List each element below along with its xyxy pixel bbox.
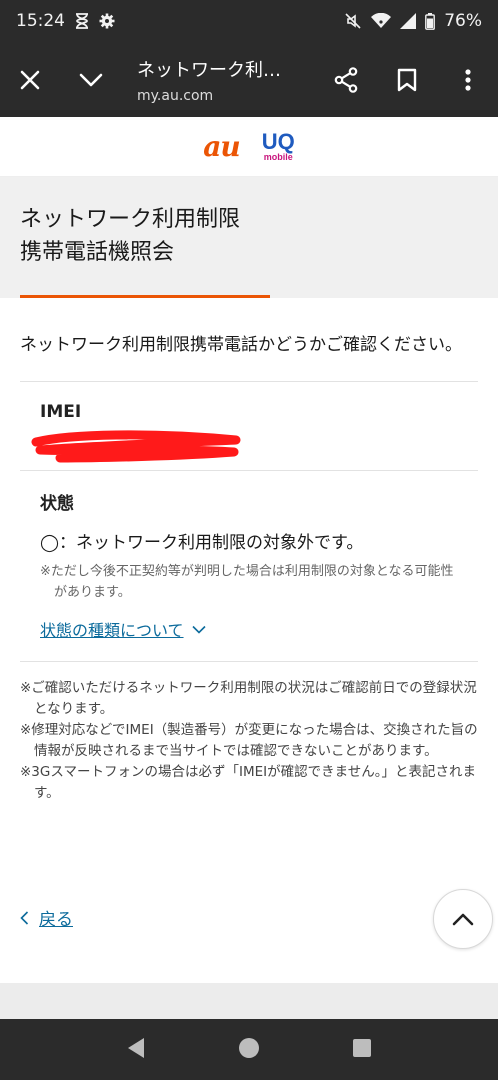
status-label: 状態 bbox=[40, 494, 74, 514]
more-menu-icon[interactable] bbox=[448, 60, 488, 100]
page-title: ネットワーク利用制限 携帯電話機照会 bbox=[20, 203, 240, 269]
system-nav-bar bbox=[0, 1019, 498, 1080]
browser-toolbar: ネットワーク利… my.au.com bbox=[0, 42, 498, 117]
note-item: ※3Gスマートフォンの場合は必ず「IMEIが確認できません。」と表記されます。 bbox=[20, 764, 476, 801]
page-title-block: ネットワーク利用制限 携帯電話機照会 bbox=[0, 177, 498, 298]
uq-logo-sub: mobile bbox=[263, 152, 293, 162]
home-nav-icon[interactable] bbox=[238, 1037, 260, 1063]
status-types-link-label: 状態の種類について bbox=[40, 621, 184, 640]
recents-nav-icon[interactable] bbox=[352, 1038, 372, 1062]
imei-label: IMEI bbox=[40, 402, 82, 422]
result-box: IMEI 状態 ◯：ネットワーク利用制限の対象外です。 ※ただし今後不正契約等が… bbox=[0, 382, 498, 641]
gear-icon bbox=[99, 13, 115, 29]
battery-icon bbox=[425, 12, 436, 30]
note-item: ※修理対応などでIMEI（製造番号）が変更になった場合は、交換された旨の情報が反… bbox=[20, 722, 478, 759]
notes: ※ご確認いただけるネットワーク利用制限の状況はご確認前日での登録状況となります。… bbox=[0, 662, 498, 804]
footer-strip bbox=[0, 983, 498, 1019]
chevron-left-icon bbox=[20, 910, 29, 925]
intro-text: ネットワーク利用制限携帯電話かどうかご確認ください。 bbox=[20, 335, 462, 355]
imei-value-redacted bbox=[31, 428, 458, 470]
page-title-line2: 携帯電話機照会 bbox=[20, 240, 175, 265]
chevron-down-icon[interactable] bbox=[71, 60, 111, 100]
battery-percent: 76% bbox=[444, 11, 482, 31]
redaction-scribble bbox=[31, 430, 241, 463]
status-types-link[interactable]: 状態の種類について bbox=[40, 617, 458, 641]
page-url[interactable]: my.au.com bbox=[137, 88, 213, 104]
signal-icon bbox=[400, 13, 417, 29]
status-note: ※ただし今後不正契約等が判明した場合は利用制限の対象となる可能性があります。 bbox=[40, 564, 454, 600]
back-link-label: 戻る bbox=[39, 910, 73, 930]
uq-mobile-logo[interactable]: UQ mobile bbox=[262, 131, 295, 162]
back-nav-icon[interactable] bbox=[126, 1037, 146, 1063]
chevron-down-icon bbox=[191, 625, 206, 634]
web-page: au UQ mobile ネットワーク利用制限 携帯電話機照会 ネットワーク利用… bbox=[0, 117, 498, 1019]
au-logo[interactable]: au bbox=[203, 130, 240, 163]
chevron-up-icon bbox=[452, 913, 474, 925]
wifi-icon bbox=[371, 13, 392, 29]
back-link[interactable]: 戻る bbox=[20, 905, 73, 930]
mute-icon bbox=[344, 12, 362, 30]
clock: 15:24 bbox=[16, 11, 65, 31]
status-value: ◯：ネットワーク利用制限の対象外です。 bbox=[40, 533, 364, 553]
close-icon[interactable] bbox=[10, 60, 50, 100]
hourglass-icon bbox=[75, 13, 89, 29]
status-bar: 15:24 76% bbox=[0, 0, 498, 42]
share-icon[interactable] bbox=[326, 60, 366, 100]
bookmark-icon[interactable] bbox=[387, 60, 427, 100]
title-underline bbox=[20, 295, 270, 298]
tab-title: ネットワーク利… bbox=[137, 60, 281, 81]
note-item: ※ご確認いただけるネットワーク利用制限の状況はご確認前日での登録状況となります。 bbox=[20, 680, 477, 717]
page-title-line1: ネットワーク利用制限 bbox=[20, 207, 241, 232]
uq-logo-text: UQ bbox=[261, 129, 295, 154]
brand-header: au UQ mobile bbox=[0, 117, 498, 177]
scroll-to-top-button[interactable] bbox=[433, 889, 493, 949]
